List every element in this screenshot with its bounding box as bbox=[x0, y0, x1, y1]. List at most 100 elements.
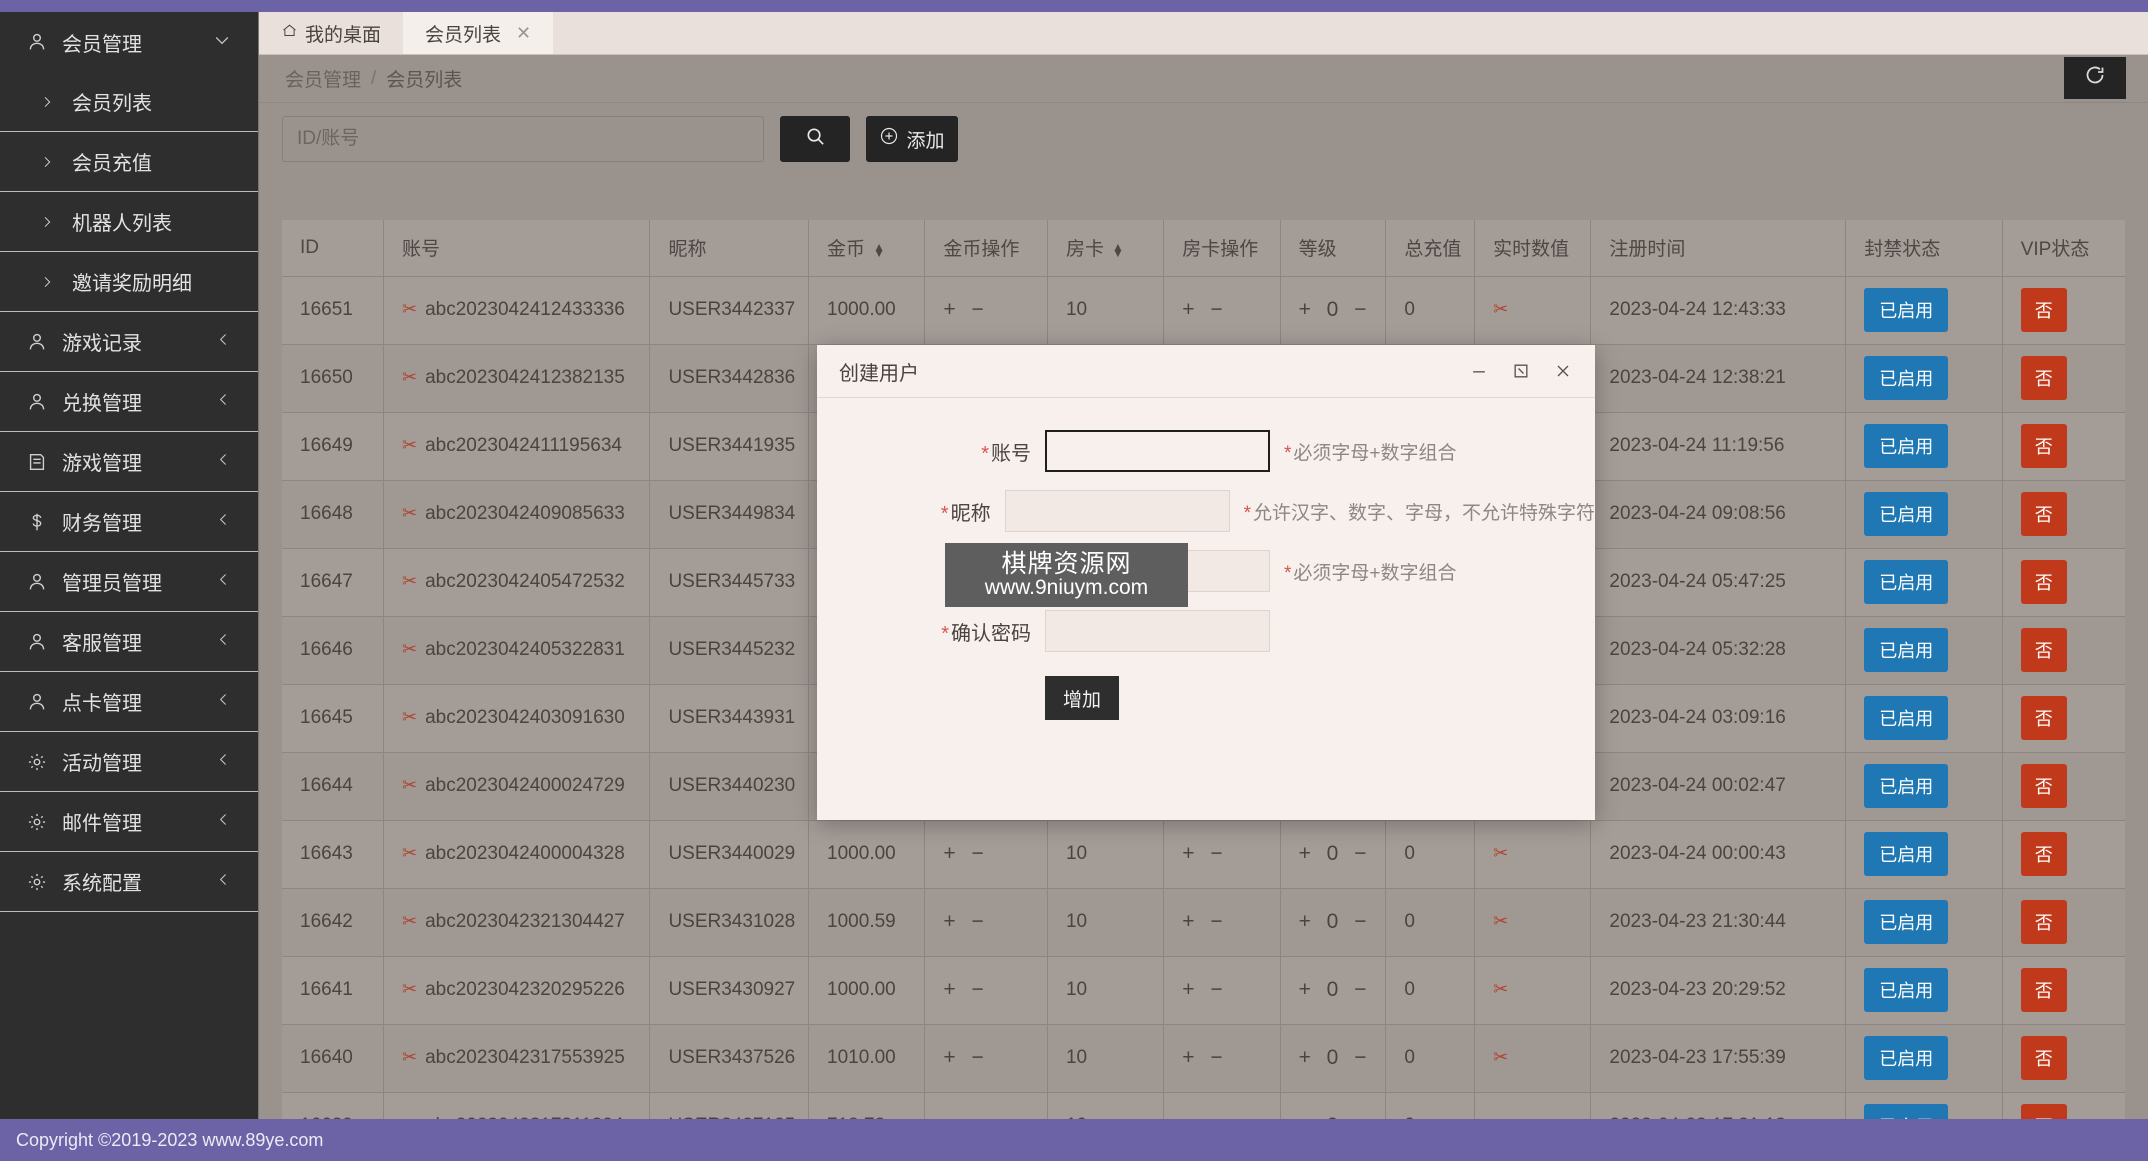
sidebar-item-member-recharge[interactable]: 会员充值 bbox=[0, 132, 258, 192]
table-row[interactable]: 16641 ✂ abc2023042320295226 USER3430927 1000… bbox=[282, 956, 2125, 1025]
table-row[interactable]: 16642 ✂ abc2023042321304427 USER3431028 1000… bbox=[282, 888, 2125, 957]
status-badge-ban[interactable]: 已启用 bbox=[1864, 424, 1949, 468]
cell-card-op[interactable]: + − bbox=[1163, 956, 1281, 1025]
coin-op-buttons[interactable]: + − bbox=[943, 842, 988, 865]
cell-coin-op[interactable]: + − bbox=[924, 888, 1048, 957]
scissors-icon[interactable]: ✂ bbox=[402, 843, 417, 863]
tab-my-desktop[interactable]: 我的桌面 bbox=[259, 12, 403, 54]
sidebar-item-exchange-management[interactable]: 兑换管理 bbox=[0, 372, 258, 432]
cell-level[interactable]: + 0 − bbox=[1280, 1024, 1387, 1093]
tab-member-list[interactable]: 会员列表 ✕ bbox=[403, 12, 554, 54]
sidebar-item-invite-reward-detail[interactable]: 邀请奖励明细 bbox=[0, 252, 258, 312]
search-button[interactable] bbox=[780, 116, 850, 162]
scissors-icon[interactable]: ✂ bbox=[402, 639, 417, 659]
cell-coin-op[interactable]: + − bbox=[924, 956, 1048, 1025]
cell-ban-status[interactable]: 已启用 bbox=[1845, 412, 2003, 481]
status-badge-ban[interactable]: 已启用 bbox=[1864, 1104, 1949, 1119]
cell-vip-status[interactable]: 否 bbox=[2002, 548, 2125, 617]
cell-vip-status[interactable]: 否 bbox=[2002, 684, 2125, 753]
coin-op-buttons[interactable]: + − bbox=[943, 978, 988, 1001]
search-input[interactable] bbox=[282, 116, 764, 162]
sidebar-item-admin-management[interactable]: 管理员管理 bbox=[0, 552, 258, 612]
scissors-icon[interactable]: ✂ bbox=[1493, 1047, 1508, 1067]
cell-vip-status[interactable]: 否 bbox=[2002, 752, 2125, 821]
breadcrumb-parent[interactable]: 会员管理 bbox=[285, 65, 361, 92]
scissors-icon[interactable]: ✂ bbox=[402, 1047, 417, 1067]
cell-card-op[interactable]: + − bbox=[1163, 1024, 1281, 1093]
card-op-buttons[interactable]: + − bbox=[1182, 978, 1227, 1001]
sidebar-item-finance-management[interactable]: 财务管理 bbox=[0, 492, 258, 552]
table-row[interactable]: 16651 ✂ abc2023042412433336 USER3442337 1000… bbox=[282, 276, 2125, 345]
cell-ban-status[interactable]: 已启用 bbox=[1845, 276, 2003, 345]
scissors-icon[interactable]: ✂ bbox=[402, 775, 417, 795]
sort-icon[interactable]: ▲ ▼ bbox=[1112, 241, 1124, 259]
create-user-dialog[interactable]: 创建用户 * 账号 * 必须字母+数字组合 * 昵称 * 允许汉字、数字、字母，… bbox=[817, 345, 1595, 820]
status-badge-ban[interactable]: 已启用 bbox=[1864, 832, 1949, 876]
scissors-icon[interactable]: ✂ bbox=[402, 299, 417, 319]
status-badge-ban[interactable]: 已启用 bbox=[1864, 696, 1949, 740]
maximize-icon[interactable] bbox=[1511, 361, 1531, 381]
cell-ban-status[interactable]: 已启用 bbox=[1845, 1024, 2003, 1093]
status-badge-vip[interactable]: 否 bbox=[2020, 492, 2067, 536]
scissors-icon[interactable]: ✂ bbox=[1493, 979, 1508, 999]
cell-level[interactable]: + 0 − bbox=[1280, 956, 1387, 1025]
cell-coin-op[interactable]: + − bbox=[924, 1024, 1048, 1093]
cell-ban-status[interactable]: 已启用 bbox=[1845, 480, 2003, 549]
cell-level[interactable]: + 0 − bbox=[1280, 276, 1387, 345]
status-badge-ban[interactable]: 已启用 bbox=[1864, 1036, 1949, 1080]
level-op-buttons[interactable]: + 0 − bbox=[1299, 1046, 1372, 1069]
status-badge-vip[interactable]: 否 bbox=[2020, 832, 2067, 876]
cell-vip-status[interactable]: 否 bbox=[2002, 1024, 2125, 1093]
scissors-icon[interactable]: ✂ bbox=[402, 911, 417, 931]
cell-ban-status[interactable]: 已启用 bbox=[1845, 956, 2003, 1025]
sidebar-item-system-config[interactable]: 系统配置 bbox=[0, 852, 258, 912]
card-op-buttons[interactable]: + − bbox=[1182, 910, 1227, 933]
sort-icon[interactable]: ▲ ▼ bbox=[873, 241, 885, 259]
status-badge-vip[interactable]: 否 bbox=[2020, 1036, 2067, 1080]
card-op-buttons[interactable]: + − bbox=[1182, 298, 1227, 321]
cell-card-op[interactable]: + − bbox=[1163, 820, 1281, 889]
close-icon[interactable]: ✕ bbox=[516, 23, 531, 44]
cell-vip-status[interactable]: 否 bbox=[2002, 276, 2125, 345]
cell-ban-status[interactable]: 已启用 bbox=[1845, 616, 2003, 685]
cell-coin-op[interactable]: + − bbox=[924, 820, 1048, 889]
account-field[interactable] bbox=[1045, 430, 1270, 472]
status-badge-ban[interactable]: 已启用 bbox=[1864, 628, 1949, 672]
cell-vip-status[interactable]: 否 bbox=[2002, 888, 2125, 957]
sidebar-item-activity-management[interactable]: 活动管理 bbox=[0, 732, 258, 792]
status-badge-ban[interactable]: 已启用 bbox=[1864, 900, 1949, 944]
close-icon[interactable] bbox=[1553, 361, 1573, 381]
scissors-icon[interactable]: ✂ bbox=[1493, 299, 1508, 319]
status-badge-ban[interactable]: 已启用 bbox=[1864, 560, 1949, 604]
status-badge-ban[interactable]: 已启用 bbox=[1864, 764, 1949, 808]
cell-card-op[interactable]: + − bbox=[1163, 888, 1281, 957]
status-badge-vip[interactable]: 否 bbox=[2020, 628, 2067, 672]
status-badge-ban[interactable]: 已启用 bbox=[1864, 356, 1949, 400]
cell-coin-op[interactable]: + − bbox=[924, 276, 1048, 345]
cell-vip-status[interactable]: 否 bbox=[2002, 480, 2125, 549]
cell-ban-status[interactable]: 已启用 bbox=[1845, 752, 2003, 821]
submit-button[interactable]: 增加 bbox=[1045, 676, 1119, 720]
sidebar-item-game-records[interactable]: 游戏记录 bbox=[0, 312, 258, 372]
status-badge-vip[interactable]: 否 bbox=[2020, 900, 2067, 944]
level-op-buttons[interactable]: + 0 − bbox=[1299, 298, 1372, 321]
cell-card-op[interactable]: + − bbox=[1163, 276, 1281, 345]
coin-op-buttons[interactable]: + − bbox=[943, 910, 988, 933]
minimize-icon[interactable] bbox=[1469, 361, 1489, 381]
status-badge-vip[interactable]: 否 bbox=[2020, 1104, 2067, 1119]
sidebar-group-member-management[interactable]: 会员管理 bbox=[0, 12, 258, 72]
table-row[interactable]: 16640 ✂ abc2023042317553925 USER3437526 1010… bbox=[282, 1024, 2125, 1093]
cell-vip-status[interactable]: 否 bbox=[2002, 412, 2125, 481]
cell-level[interactable]: + 0 − bbox=[1280, 820, 1387, 889]
level-op-buttons[interactable]: + 0 − bbox=[1299, 842, 1372, 865]
card-op-buttons[interactable]: + − bbox=[1182, 1046, 1227, 1069]
status-badge-vip[interactable]: 否 bbox=[2020, 968, 2067, 1012]
status-badge-vip[interactable]: 否 bbox=[2020, 424, 2067, 468]
cell-coin-op[interactable]: + − bbox=[924, 1092, 1048, 1119]
refresh-button[interactable] bbox=[2064, 57, 2126, 99]
col-card[interactable]: 房卡 ▲ ▼ bbox=[1047, 220, 1165, 277]
sidebar-item-point-card-management[interactable]: 点卡管理 bbox=[0, 672, 258, 732]
table-row[interactable]: 16639✂abc2023042317311324USER3437125718.… bbox=[282, 1092, 2125, 1119]
cell-vip-status[interactable]: 否 bbox=[2002, 820, 2125, 889]
sidebar-item-game-management[interactable]: 游戏管理 bbox=[0, 432, 258, 492]
